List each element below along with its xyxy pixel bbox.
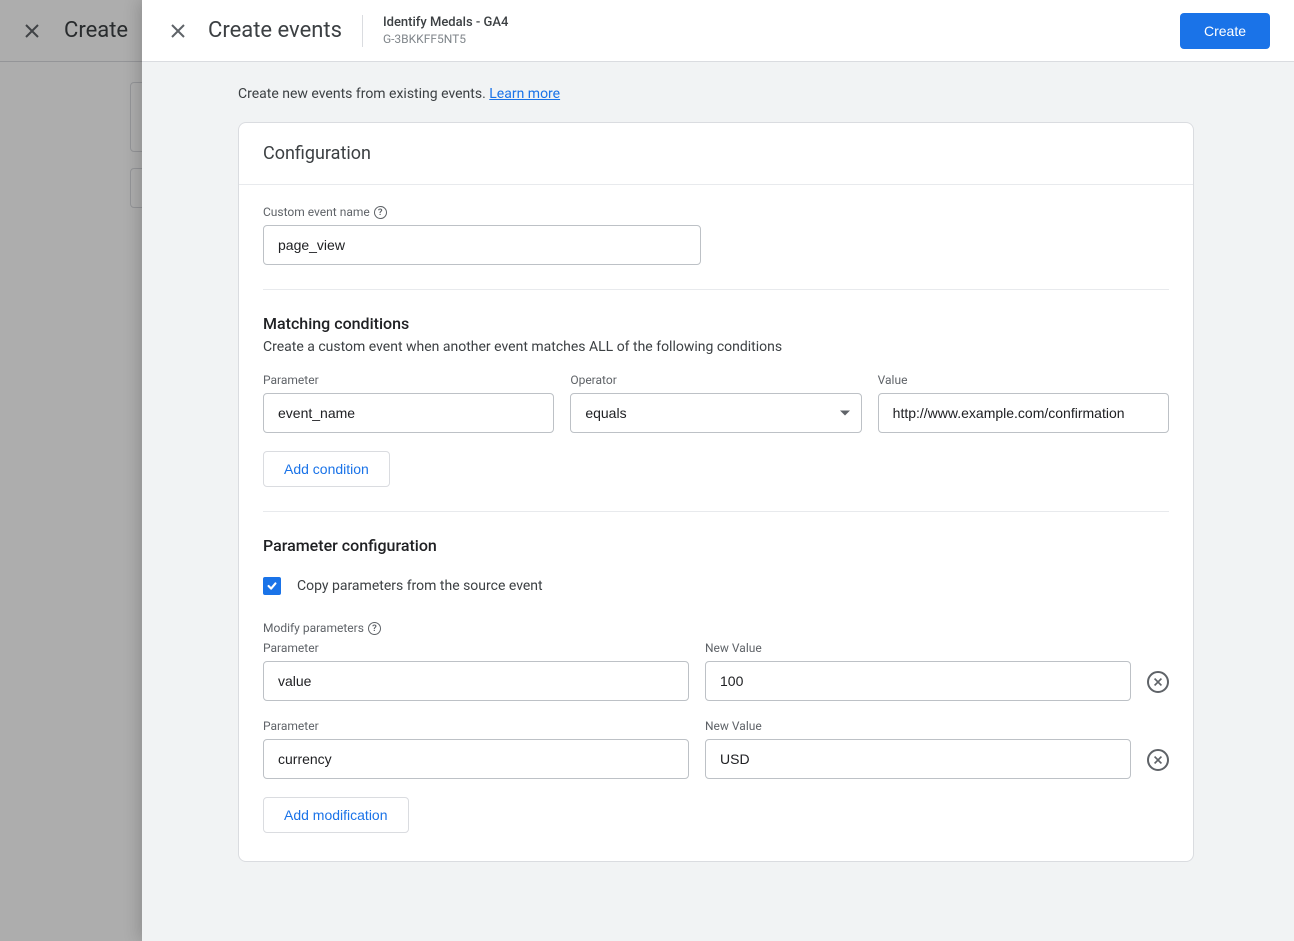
- create-events-panel: Create events Identify Medals - GA4 G-3B…: [142, 0, 1294, 941]
- bg-title: Create: [64, 18, 128, 43]
- matching-conditions-title: Matching conditions: [263, 314, 1169, 333]
- divider: [362, 15, 363, 47]
- parameter-label: Parameter: [263, 719, 689, 733]
- parameter-label: Parameter: [263, 641, 689, 655]
- parameter-label: Parameter: [263, 373, 554, 387]
- add-condition-button[interactable]: Add condition: [263, 451, 390, 487]
- parameter-configuration-title: Parameter configuration: [263, 536, 1169, 555]
- condition-row: Parameter Operator Value: [263, 373, 1169, 433]
- modification-parameter-input[interactable]: [263, 739, 689, 779]
- copy-parameters-checkbox[interactable]: [263, 577, 281, 595]
- property-id: G-3BKKFF5NT5: [383, 32, 508, 46]
- matching-conditions-subtitle: Create a custom event when another event…: [263, 339, 1169, 355]
- new-value-label: New Value: [705, 641, 1131, 655]
- configuration-card: Configuration Custom event name ? Matchi…: [238, 122, 1194, 862]
- value-label: Value: [878, 373, 1169, 387]
- modification-value-input[interactable]: [705, 739, 1131, 779]
- condition-value-input[interactable]: [878, 393, 1169, 433]
- description-text: Create new events from existing events.: [238, 86, 489, 102]
- help-icon[interactable]: ?: [374, 206, 387, 219]
- remove-icon[interactable]: [1147, 671, 1169, 693]
- copy-parameters-label: Copy parameters from the source event: [297, 578, 543, 594]
- panel-title: Create events: [208, 18, 342, 43]
- help-icon[interactable]: ?: [368, 622, 381, 635]
- modification-value-input[interactable]: [705, 661, 1131, 701]
- close-icon[interactable]: [166, 19, 190, 43]
- panel-body: Create new events from existing events. …: [142, 62, 1294, 941]
- copy-parameters-row: Copy parameters from the source event: [263, 577, 1169, 595]
- panel-header: Create events Identify Medals - GA4 G-3B…: [142, 0, 1294, 62]
- custom-event-name-input[interactable]: [263, 225, 701, 265]
- modify-parameters-label: Modify parameters ?: [263, 621, 1169, 635]
- create-button[interactable]: Create: [1180, 13, 1270, 49]
- close-icon[interactable]: [20, 19, 44, 43]
- new-value-label: New Value: [705, 719, 1131, 733]
- modification-parameter-input[interactable]: [263, 661, 689, 701]
- condition-parameter-input[interactable]: [263, 393, 554, 433]
- configuration-title: Configuration: [239, 123, 1193, 185]
- modification-row: Parameter New Value: [263, 641, 1169, 701]
- operator-label: Operator: [570, 373, 861, 387]
- property-name: Identify Medals - GA4: [383, 15, 508, 30]
- remove-icon[interactable]: [1147, 749, 1169, 771]
- condition-operator-select[interactable]: [570, 393, 861, 433]
- add-modification-button[interactable]: Add modification: [263, 797, 409, 833]
- property-info: Identify Medals - GA4 G-3BKKFF5NT5: [383, 15, 508, 46]
- modification-row: Parameter New Value: [263, 719, 1169, 779]
- description-row: Create new events from existing events. …: [238, 86, 1194, 102]
- learn-more-link[interactable]: Learn more: [489, 86, 560, 102]
- custom-event-name-label: Custom event name ?: [263, 205, 1169, 219]
